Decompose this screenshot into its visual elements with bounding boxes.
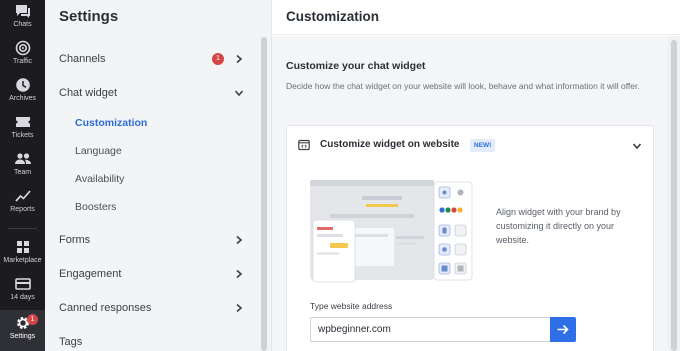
rail-label: Archives — [9, 95, 36, 102]
rail-label: 14 days — [10, 294, 35, 301]
nav-forms[interactable]: Forms — [59, 234, 90, 246]
nav-sub-availability[interactable]: Availability — [75, 173, 124, 185]
settings-panel: Settings Channels 1 Chat widget Customiz… — [45, 0, 272, 351]
rail-label: Settings — [9, 333, 36, 340]
traffic-radar-icon — [15, 40, 30, 56]
chevron-down-icon[interactable] — [632, 141, 642, 151]
main-scrollbar[interactable] — [668, 36, 680, 351]
ticket-icon — [15, 117, 30, 127]
nav-sub-language[interactable]: Language — [75, 145, 122, 157]
widget-preview-illustration — [310, 180, 473, 283]
rail-item-trial[interactable]: 14 days — [0, 276, 45, 306]
rail-label: Marketplace — [3, 257, 42, 264]
nav-channels[interactable]: Channels — [59, 53, 105, 65]
website-address-input[interactable] — [310, 317, 551, 342]
settings-scrollbar[interactable] — [261, 37, 267, 351]
rail-label: Team — [13, 169, 32, 176]
nav-canned-responses[interactable]: Canned responses — [59, 302, 151, 314]
settings-badge: 1 — [27, 314, 38, 325]
nav-engagement[interactable]: Engagement — [59, 268, 121, 280]
channels-badge: 1 — [212, 53, 224, 65]
rail-item-reports[interactable]: Reports — [0, 188, 45, 218]
rail-item-settings[interactable]: Settings 1 — [0, 310, 45, 351]
card-icon — [14, 278, 31, 290]
section-description: Decide how the chat widget on your websi… — [286, 81, 640, 91]
section-title: Customize your chat widget — [286, 60, 426, 72]
content-area: Customize your chat widget Decide how th… — [272, 36, 668, 351]
rail-label: Reports — [10, 206, 35, 213]
browser-code-icon — [298, 139, 310, 151]
nav-chat-widget[interactable]: Chat widget — [59, 87, 117, 99]
page-title: Customization — [286, 9, 379, 24]
rail-label: Traffic — [12, 58, 33, 65]
nav-tags[interactable]: Tags — [59, 336, 82, 348]
new-badge: NEW! — [470, 139, 496, 152]
arrow-right-icon — [557, 324, 569, 335]
rail-item-team[interactable]: Team — [0, 151, 45, 181]
clock-icon — [15, 78, 30, 92]
main-panel: Customization Customize your chat widget… — [272, 0, 680, 351]
rail-item-tickets[interactable]: Tickets — [0, 114, 45, 144]
rail-item-traffic[interactable]: Traffic — [0, 40, 45, 70]
rail-item-chats[interactable]: Chats — [0, 3, 45, 33]
chat-bubble-icon — [15, 5, 30, 18]
nav-sub-customization[interactable]: Customization — [75, 117, 147, 129]
rail-label: Tickets — [11, 132, 34, 139]
rail-label: Chats — [13, 21, 32, 28]
rail-divider — [8, 228, 37, 229]
rail-item-archives[interactable]: Archives — [0, 77, 45, 107]
chevron-right-icon[interactable] — [234, 235, 244, 245]
team-icon — [14, 153, 31, 164]
rail-item-marketplace[interactable]: Marketplace — [0, 239, 45, 269]
main-header: Customization — [272, 0, 680, 35]
chart-line-icon — [14, 190, 31, 202]
chevron-right-icon[interactable] — [234, 303, 244, 313]
marketplace-grid-icon — [16, 241, 29, 253]
website-address-label: Type website address — [310, 301, 393, 311]
icon-rail: Chats Traffic Archives Tickets Team Repo… — [0, 0, 45, 351]
main-scrollbar-thumb[interactable] — [671, 40, 677, 351]
chevron-right-icon[interactable] — [234, 269, 244, 279]
chevron-down-icon[interactable] — [234, 88, 244, 98]
go-button[interactable] — [550, 317, 576, 342]
nav-sub-boosters[interactable]: Boosters — [75, 201, 116, 213]
card-title[interactable]: Customize widget on website — [320, 139, 459, 150]
customize-widget-card: Customize widget on website NEW! Align w… — [286, 125, 654, 351]
settings-title: Settings — [59, 8, 119, 25]
card-description: Align widget with your brand by customiz… — [496, 207, 621, 245]
chevron-right-icon[interactable] — [234, 54, 244, 64]
